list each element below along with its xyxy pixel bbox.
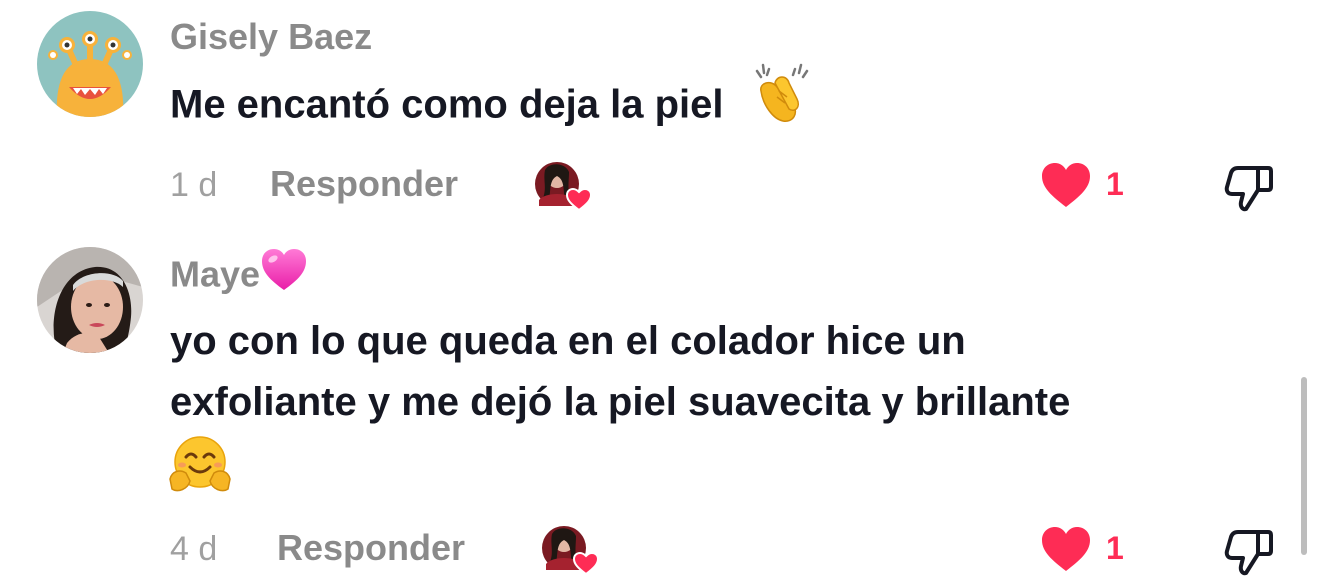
comment-text-content: Me encantó como deja la piel xyxy=(170,82,724,127)
comment-text: yo con lo que queda en el colador hice u… xyxy=(169,311,1280,494)
reply-button[interactable]: Responder xyxy=(277,530,465,566)
monster-avatar-icon xyxy=(37,11,143,117)
username-text: Maye xyxy=(170,253,261,295)
like-button[interactable]: 1 xyxy=(1040,162,1140,208)
thumbs-down-icon xyxy=(1224,530,1273,576)
comment-timestamp: 4 d xyxy=(170,530,218,568)
heart-icon xyxy=(1042,163,1090,207)
clapping-hands-emoji-icon xyxy=(749,61,811,141)
comment-actions: 1 d Responder 1 xyxy=(0,160,1320,212)
comment-text: Me encantó como deja la piel xyxy=(170,63,1280,141)
comment-username[interactable]: Maye xyxy=(170,249,308,298)
comment-username[interactable]: Gisely Baez xyxy=(170,19,372,55)
comment-actions: 4 d Responder 1 xyxy=(0,524,1320,576)
like-count: 1 xyxy=(1106,166,1124,202)
pink-heart-emoji-icon xyxy=(260,248,308,298)
scrollbar[interactable] xyxy=(1301,377,1307,555)
emoji-line xyxy=(169,433,1280,494)
heart-icon xyxy=(1042,527,1090,571)
avatar[interactable] xyxy=(37,11,143,117)
comment-item: Gisely Baez Me encantó como deja la piel… xyxy=(0,0,1320,230)
comment-text-line: exfoliante y me dejó la piel suavecita y… xyxy=(170,380,1071,424)
avatar[interactable] xyxy=(37,247,143,353)
creator-liked-badge-icon xyxy=(542,524,600,576)
user-photo-avatar-icon xyxy=(37,247,143,353)
reply-button[interactable]: Responder xyxy=(270,166,458,202)
like-button[interactable]: 1 xyxy=(1040,526,1140,572)
comment-item: Maye yo con lo que queda en el colador h… xyxy=(0,230,1320,587)
dislike-button[interactable] xyxy=(1224,162,1274,212)
hugging-face-emoji-icon xyxy=(168,435,232,511)
like-count: 1 xyxy=(1106,530,1124,566)
creator-liked-badge-icon xyxy=(535,160,593,212)
thumbs-down-icon xyxy=(1224,166,1273,212)
dislike-button[interactable] xyxy=(1224,526,1274,576)
comment-text-line: yo con lo que queda en el colador hice u… xyxy=(170,319,966,363)
comment-timestamp: 1 d xyxy=(170,166,218,204)
